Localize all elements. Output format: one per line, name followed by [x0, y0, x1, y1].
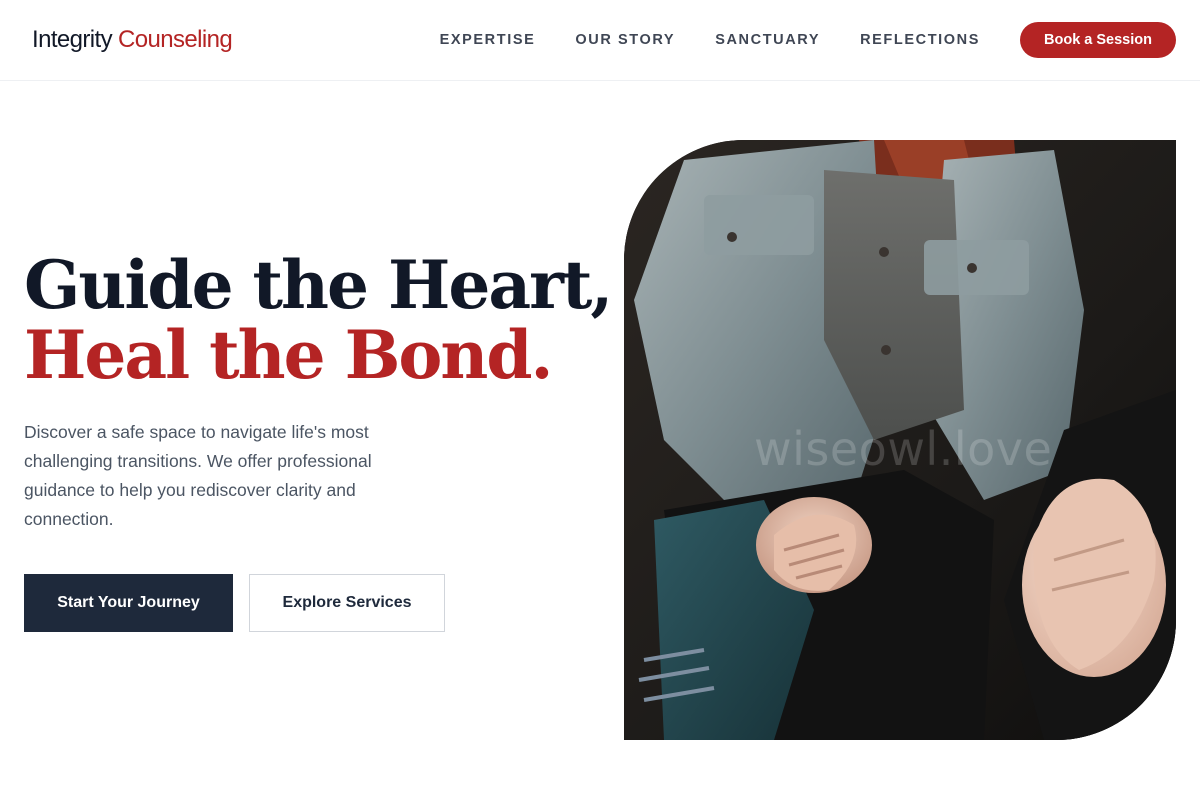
hero-description: Discover a safe space to navigate life's…: [24, 422, 372, 529]
image-watermark: wiseowl.love: [754, 422, 1053, 476]
hero-title: Guide the Heart, Heal the Bond.: [24, 246, 613, 394]
brand-name-first: Integrity: [32, 26, 113, 53]
site-header: Integrity Counseling EXPERTISE OUR STORY…: [0, 0, 1200, 81]
main-nav: EXPERTISE OUR STORY SANCTUARY REFLECTION…: [440, 22, 1176, 58]
book-session-button[interactable]: Book a Session: [1020, 22, 1176, 58]
nav-link-our-story[interactable]: OUR STORY: [575, 32, 675, 48]
brand-name-second: Counseling: [117, 26, 233, 53]
start-journey-button[interactable]: Start Your Journey: [24, 574, 233, 632]
nav-link-reflections[interactable]: REFLECTIONS: [860, 32, 980, 48]
hero-title-line2: Heal the Bond.: [24, 316, 554, 394]
brand-logo[interactable]: Integrity Counseling: [32, 26, 233, 54]
nav-link-expertise[interactable]: EXPERTISE: [440, 32, 536, 48]
explore-services-button[interactable]: Explore Services: [249, 574, 445, 632]
hero-title-line1: Guide the Heart,: [24, 246, 613, 324]
nav-link-sanctuary[interactable]: SANCTUARY: [715, 32, 820, 48]
hero-photo: wiseowl.love: [624, 140, 1176, 740]
